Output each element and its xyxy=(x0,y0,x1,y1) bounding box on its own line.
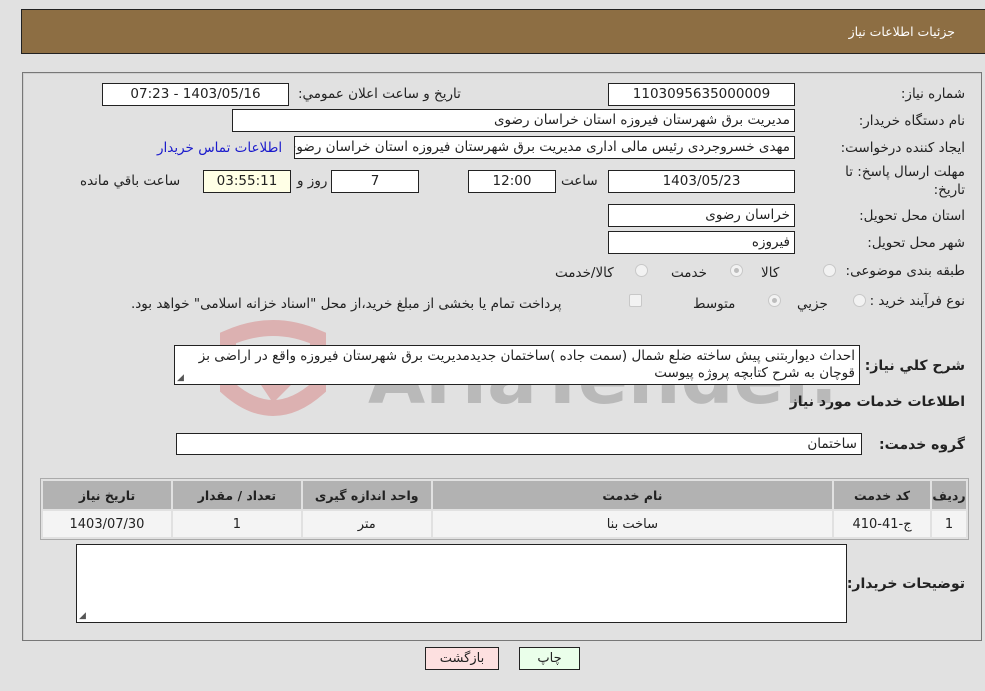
services-section-title: اطلاعات خدمات مورد نیاز xyxy=(789,394,965,410)
buyer-notes-label: توضیحات خریدار: xyxy=(846,576,965,592)
need-number-field[interactable]: 1103095635000009 xyxy=(608,83,795,106)
treasury-note: پرداخت تمام یا بخشی از مبلغ خرید،از محل … xyxy=(131,296,562,312)
days-label: روز و xyxy=(297,173,328,189)
category-option-goods-service: کالا/خدمت xyxy=(555,265,614,281)
col-date: تاریخ نیاز xyxy=(43,481,171,509)
category-radio-goods-service[interactable] xyxy=(635,264,648,277)
resize-grip-icon[interactable]: ◢ xyxy=(177,374,184,383)
deadline-time-label: ساعت xyxy=(561,173,598,189)
page-header: جزئیات اطلاعات نیاز xyxy=(21,9,985,54)
print-button[interactable]: چاپ xyxy=(519,647,580,670)
province-label: استان محل تحویل: xyxy=(859,208,965,224)
need-number-label: شماره نیاز: xyxy=(900,86,965,102)
category-radio-service[interactable] xyxy=(730,264,743,277)
province-field[interactable]: خراسان رضوی xyxy=(608,204,795,227)
creator-label: ایجاد کننده درخواست: xyxy=(840,140,965,156)
category-radio-goods[interactable] xyxy=(823,264,836,277)
details-panel: AriaTender.net شماره نیاز: 1103095635000… xyxy=(22,72,982,641)
announce-datetime-field[interactable]: 1403/05/16 - 07:23 xyxy=(102,83,289,106)
time-remaining-label: ساعت باقي مانده xyxy=(80,173,181,189)
cell-code: ج-41-410 xyxy=(834,511,931,537)
buyer-org-label: نام دستگاه خریدار: xyxy=(858,113,965,129)
col-unit: واحد اندازه گیری xyxy=(302,481,431,509)
deadline-label-date: تاریخ: xyxy=(933,182,965,198)
col-qty: تعداد / مقدار xyxy=(172,481,301,509)
buyer-org-field[interactable]: مدیریت برق شهرستان فیروزه استان خراسان ر… xyxy=(232,109,795,132)
buyer-notes-textarea[interactable]: ◢ xyxy=(76,544,847,623)
col-row: ردیف xyxy=(932,481,966,509)
city-label: شهر محل تحویل: xyxy=(867,235,965,251)
cell-qty: 1 xyxy=(172,511,301,537)
deadline-date-field[interactable]: 1403/05/23 xyxy=(608,170,795,193)
cell-unit: متر xyxy=(302,511,431,537)
col-code: کد خدمت xyxy=(834,481,931,509)
service-group-field[interactable]: ساختمان xyxy=(176,433,862,455)
cell-row: 1 xyxy=(932,511,966,537)
cell-date: 1403/07/30 xyxy=(43,511,171,537)
category-option-goods: کالا xyxy=(761,265,780,281)
process-radio-minor[interactable] xyxy=(853,294,866,307)
table-row: 1 ج-41-410 ساخت بنا متر 1 1403/07/30 xyxy=(43,511,966,537)
table-header-row: ردیف کد خدمت نام خدمت واحد اندازه گیری ت… xyxy=(43,481,966,509)
service-group-label: گروه خدمت: xyxy=(879,437,965,453)
page-title: جزئیات اطلاعات نیاز xyxy=(848,24,955,39)
days-remaining-field[interactable]: 7 xyxy=(331,170,419,193)
category-option-service: خدمت xyxy=(671,265,707,281)
time-remaining-field: 03:55:11 xyxy=(203,170,291,193)
deadline-time-field[interactable]: 12:00 xyxy=(468,170,556,193)
description-textarea[interactable]: احداث دیواربتنی پیش ساخته ضلع شمال (سمت … xyxy=(174,345,860,385)
deadline-label: مهلت ارسال پاسخ: تا xyxy=(845,164,965,180)
description-label: شرح كلي نياز: xyxy=(864,358,965,374)
resize-grip-icon[interactable]: ◢ xyxy=(79,612,86,621)
description-text: احداث دیواربتنی پیش ساخته ضلع شمال (سمت … xyxy=(198,348,855,381)
process-option-minor: جزيي xyxy=(797,296,828,312)
creator-field[interactable]: مهدی خسروجردی رئیس مالی اداری مدیریت برق… xyxy=(294,136,795,159)
col-name: نام خدمت xyxy=(432,481,833,509)
treasury-checkbox[interactable] xyxy=(629,294,642,307)
buyer-contact-link[interactable]: اطلاعات تماس خریدار xyxy=(157,140,282,156)
cell-name: ساخت بنا xyxy=(432,511,833,537)
process-option-medium: متوسط xyxy=(693,296,736,312)
process-label: نوع فرآیند خرید : xyxy=(869,293,965,309)
back-button[interactable]: بازگشت xyxy=(425,647,499,670)
services-table: ردیف کد خدمت نام خدمت واحد اندازه گیری ت… xyxy=(40,478,969,540)
announce-label: تاریخ و ساعت اعلان عمومي: xyxy=(298,86,461,102)
category-label: طبقه بندی موضوعی: xyxy=(845,263,965,279)
city-field[interactable]: فیروزه xyxy=(608,231,795,254)
process-radio-medium[interactable] xyxy=(768,294,781,307)
